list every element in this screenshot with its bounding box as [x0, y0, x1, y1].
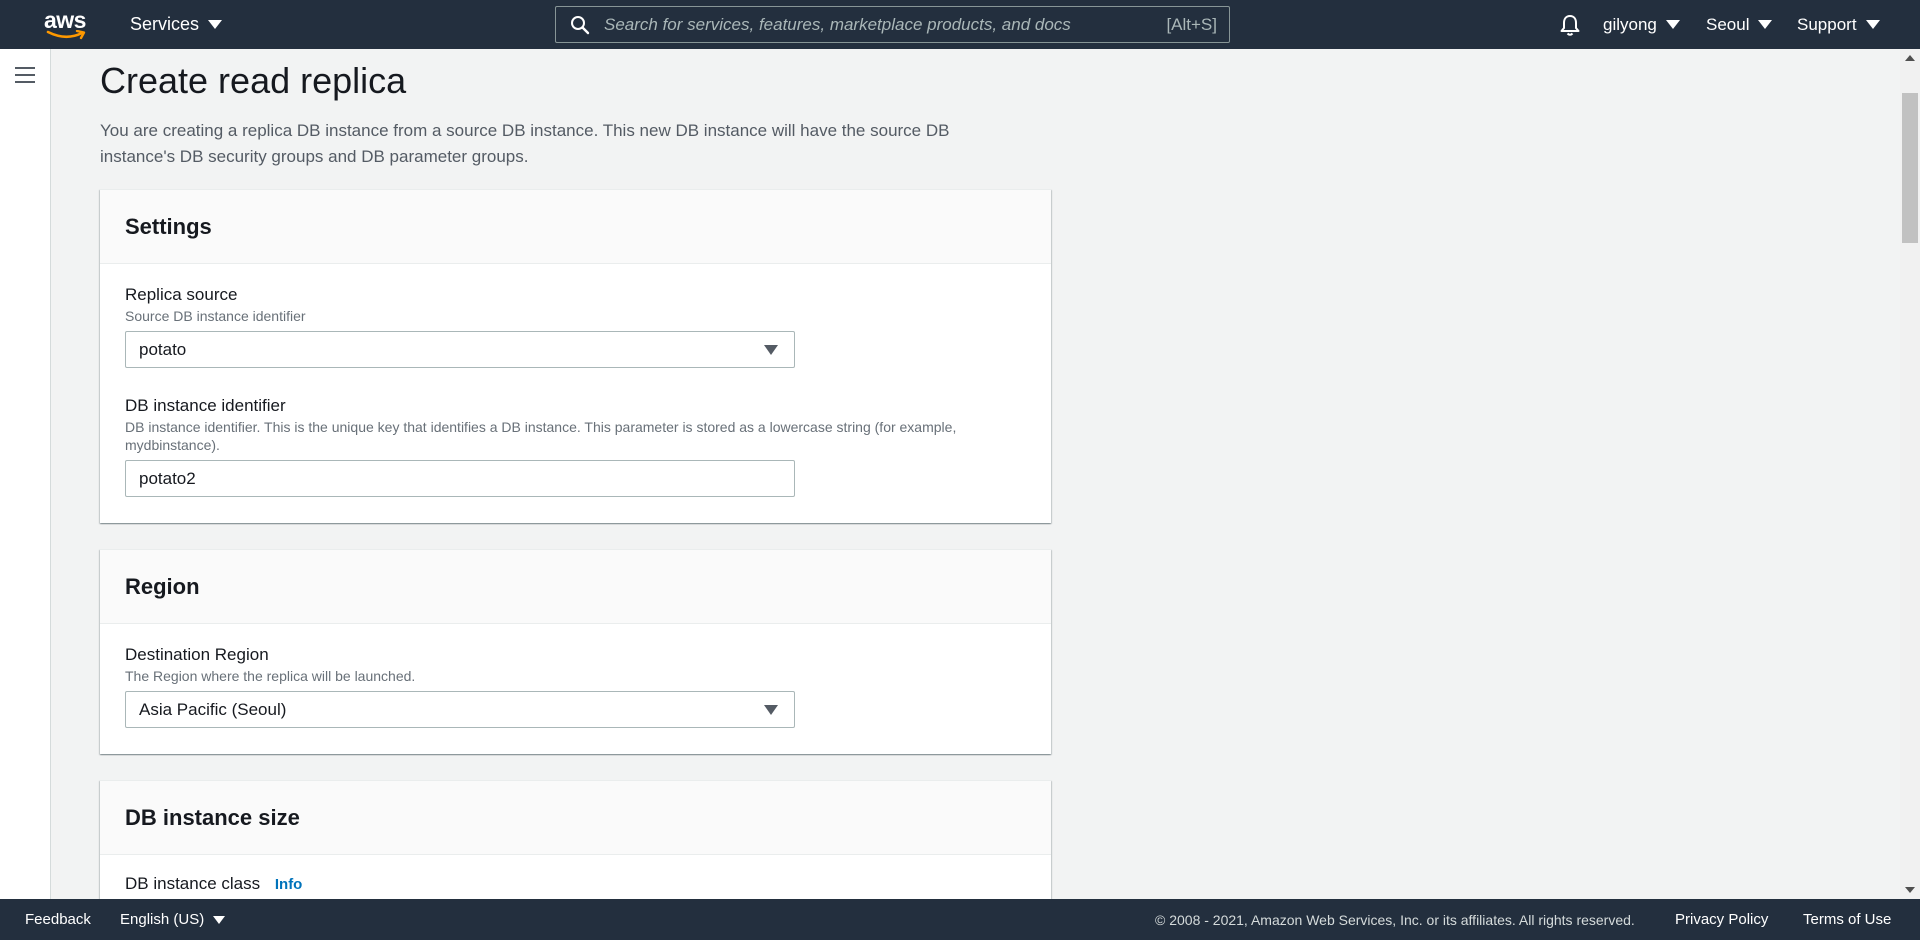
destination-region-select[interactable]: Asia Pacific (Seoul) — [125, 691, 795, 728]
top-navigation-bar: aws Services [Alt+S] gilyong Seoul Suppo… — [0, 0, 1920, 49]
privacy-policy-link[interactable]: Privacy Policy — [1675, 899, 1768, 940]
db-instance-size-panel: DB instance size DB instance class Info — [100, 780, 1051, 899]
support-label: Support — [1797, 14, 1857, 34]
db-instance-identifier-label: DB instance identifier — [125, 396, 286, 415]
terms-of-use-label: Terms of Use — [1803, 911, 1892, 928]
chevron-down-icon — [1758, 20, 1773, 29]
destination-region-label: Destination Region — [125, 645, 269, 664]
destination-region-field: Destination Region The Region where the … — [125, 644, 1026, 728]
dropdown-arrow-icon — [764, 705, 778, 715]
hamburger-menu-icon[interactable] — [15, 67, 35, 83]
replica-source-select[interactable]: potato — [125, 331, 795, 368]
region-label: Seoul — [1706, 14, 1750, 34]
page-description: You are creating a replica DB instance f… — [100, 121, 950, 166]
feedback-label: Feedback — [25, 911, 91, 928]
search-icon — [571, 15, 590, 34]
footer-bar: Feedback English (US) © 2008 - 2021, Ama… — [0, 899, 1920, 940]
settings-heading: Settings — [125, 213, 212, 239]
db-instance-size-heading: DB instance size — [125, 804, 300, 830]
services-menu[interactable]: Services — [130, 0, 223, 49]
db-instance-class-field: DB instance class Info — [125, 873, 1026, 896]
settings-panel-body: Replica source Source DB instance identi… — [100, 264, 1051, 521]
language-selector[interactable]: English (US) — [120, 899, 226, 940]
chevron-down-icon — [1665, 20, 1680, 29]
account-label: gilyong — [1603, 14, 1657, 34]
scrollbar-thumb[interactable] — [1902, 93, 1918, 243]
scroll-up-arrow-icon[interactable] — [1905, 55, 1915, 61]
chevron-down-icon — [213, 915, 226, 924]
db-instance-identifier-input[interactable] — [139, 468, 794, 489]
aws-smile-icon — [46, 30, 86, 40]
region-menu[interactable]: Seoul — [1706, 0, 1773, 49]
destination-region-value: Asia Pacific (Seoul) — [139, 699, 287, 719]
replica-source-field: Replica source Source DB instance identi… — [125, 284, 1026, 368]
db-instance-identifier-field-box[interactable] — [125, 460, 795, 497]
destination-region-description: The Region where the replica will be lau… — [125, 668, 416, 684]
left-navigation-rail — [0, 49, 51, 899]
dropdown-arrow-icon — [764, 345, 778, 355]
db-instance-size-panel-body: DB instance class Info — [100, 855, 1051, 899]
replica-source-value: potato — [139, 339, 187, 359]
privacy-policy-label: Privacy Policy — [1675, 911, 1769, 928]
db-instance-size-panel-header: DB instance size — [100, 781, 1051, 855]
db-instance-class-label: DB instance class — [125, 874, 261, 893]
db-instance-identifier-description: DB instance identifier. This is the uniq… — [125, 419, 957, 453]
language-label: English (US) — [120, 911, 205, 928]
search-shortcut-hint: [Alt+S] — [1166, 14, 1217, 34]
region-heading: Region — [125, 573, 200, 599]
bell-icon — [1560, 14, 1580, 36]
feedback-link[interactable]: Feedback — [25, 899, 91, 940]
replica-source-description: Source DB instance identifier — [125, 308, 306, 324]
region-panel-header: Region — [100, 550, 1051, 624]
search-bar[interactable]: [Alt+S] — [555, 6, 1230, 43]
account-menu[interactable]: gilyong — [1603, 0, 1680, 49]
support-menu[interactable]: Support — [1797, 0, 1880, 49]
aws-logo-text: aws — [44, 7, 86, 33]
search-input[interactable] — [590, 14, 1167, 35]
settings-panel-header: Settings — [100, 190, 1051, 264]
chevron-down-icon — [208, 20, 223, 29]
replica-source-label: Replica source — [125, 285, 238, 304]
settings-panel: Settings Replica source Source DB instan… — [100, 189, 1051, 523]
terms-of-use-link[interactable]: Terms of Use — [1803, 899, 1891, 940]
region-panel: Region Destination Region The Region whe… — [100, 549, 1051, 754]
db-instance-identifier-field: DB instance identifier DB instance ident… — [125, 395, 1026, 497]
scroll-down-arrow-icon[interactable] — [1905, 887, 1915, 893]
copyright-text: © 2008 - 2021, Amazon Web Services, Inc.… — [1155, 911, 1635, 928]
db-instance-class-info-link[interactable]: Info — [275, 876, 303, 893]
aws-logo[interactable]: aws — [44, 8, 90, 42]
page-title: Create read replica — [100, 60, 407, 101]
vertical-scrollbar[interactable] — [1900, 49, 1920, 899]
services-label: Services — [130, 14, 200, 34]
region-panel-body: Destination Region The Region where the … — [100, 624, 1051, 752]
chevron-down-icon — [1865, 20, 1880, 29]
notifications-button[interactable] — [1558, 0, 1582, 49]
